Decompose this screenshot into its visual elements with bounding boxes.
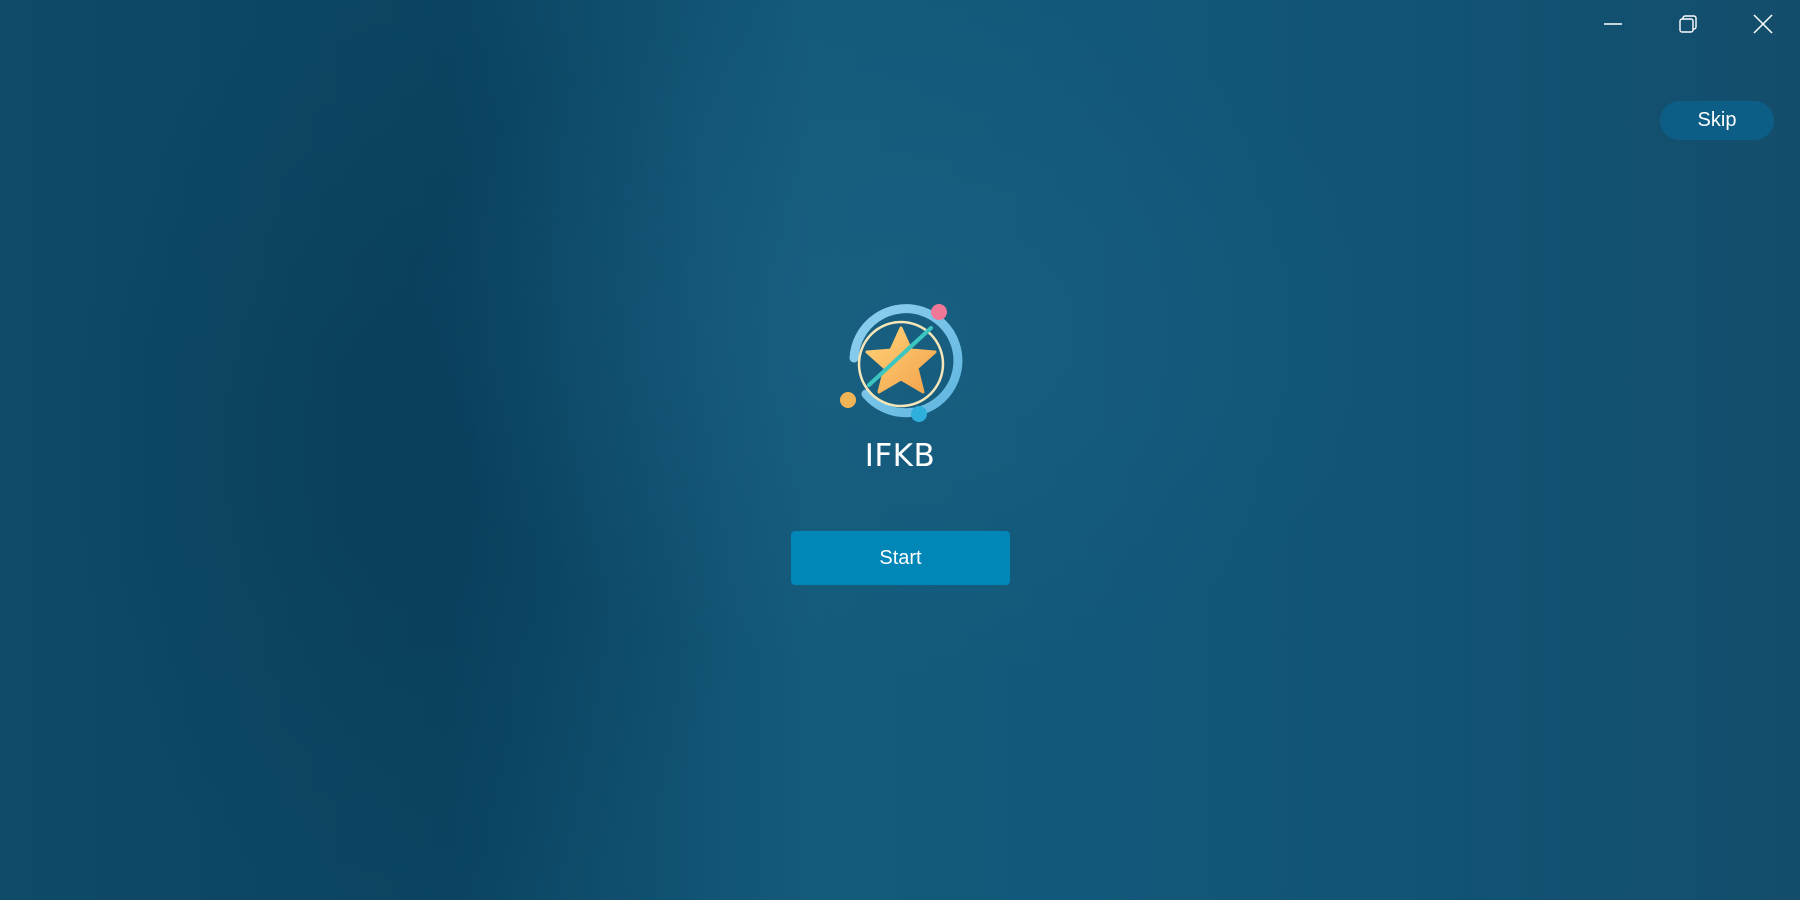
star-orbit-logo-icon [840, 304, 963, 422]
welcome-panel: IFKB Start [0, 0, 1800, 900]
app-title: IFKB [864, 438, 936, 474]
start-button[interactable]: Start [791, 531, 1010, 585]
